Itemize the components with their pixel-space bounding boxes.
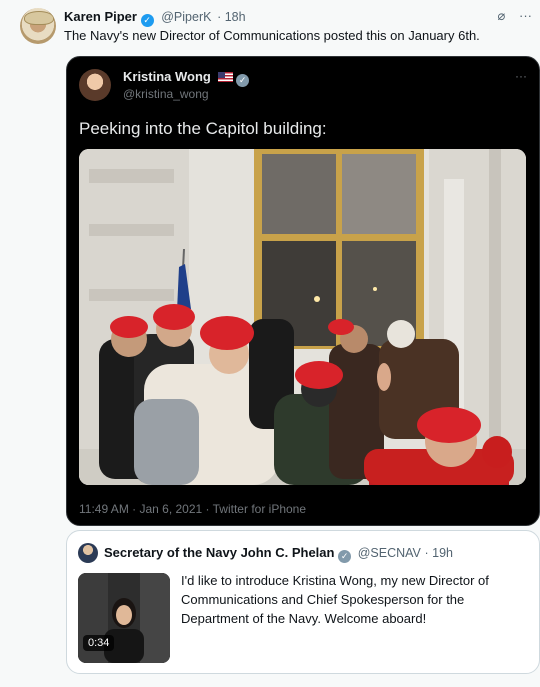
verified-badge-icon: ✓ <box>236 74 250 87</box>
us-flag-icon <box>217 72 233 82</box>
author-avatar[interactable] <box>20 8 56 44</box>
verified-badge-icon: ✓ <box>140 14 154 27</box>
author-name[interactable]: Karen Piper <box>64 9 137 24</box>
quoted-author-handle[interactable]: @kristina_wong <box>123 87 209 101</box>
verified-badge-icon: ✓ <box>338 550 352 563</box>
tweet-text: The Navy's new Director of Communication… <box>64 28 480 43</box>
quoted-author[interactable]: Kristina Wong ✓ <box>123 69 250 87</box>
tweet-time[interactable]: · 18h <box>217 10 246 24</box>
quoted-tweet-text: Peeking into the Capitol building: <box>79 119 327 138</box>
nested-author[interactable]: Secretary of the Navy John C. Phelan ✓ @… <box>104 545 453 563</box>
quoted-tweet-card[interactable]: Kristina Wong ✓ @kristina_wong ··· Peeki… <box>66 56 540 526</box>
quoted-author-avatar[interactable] <box>79 69 111 101</box>
quoted-tweet-timestamp[interactable]: 11:49 AM · Jan 6, 2021 · Twitter for iPh… <box>79 502 306 516</box>
grok-icon[interactable]: ⌀ <box>498 8 506 23</box>
tweet-author[interactable]: Karen Piper ✓ @PiperK · 18h <box>64 9 246 27</box>
nested-author-handle[interactable]: @SECNAV <box>358 546 421 560</box>
nested-tweet-time[interactable]: · 19h <box>425 546 454 560</box>
capitol-photo[interactable] <box>79 149 526 485</box>
more-icon[interactable]: ··· <box>519 8 532 23</box>
nested-tweet-text: I'd like to introduce Kristina Wong, my … <box>181 573 489 626</box>
nested-author-avatar[interactable] <box>78 543 98 563</box>
video-duration: 0:34 <box>83 635 115 651</box>
nested-author-name[interactable]: Secretary of the Navy John C. Phelan <box>104 545 334 560</box>
capitol-photo-illustration <box>79 149 526 485</box>
quoted-author-name[interactable]: Kristina Wong <box>123 69 211 84</box>
nested-quote-card[interactable]: Secretary of the Navy John C. Phelan ✓ @… <box>66 530 540 674</box>
author-handle[interactable]: @PiperK <box>161 10 211 24</box>
more-icon[interactable]: ··· <box>515 69 527 83</box>
tweet-actions-top: ⌀ ··· <box>488 8 532 24</box>
